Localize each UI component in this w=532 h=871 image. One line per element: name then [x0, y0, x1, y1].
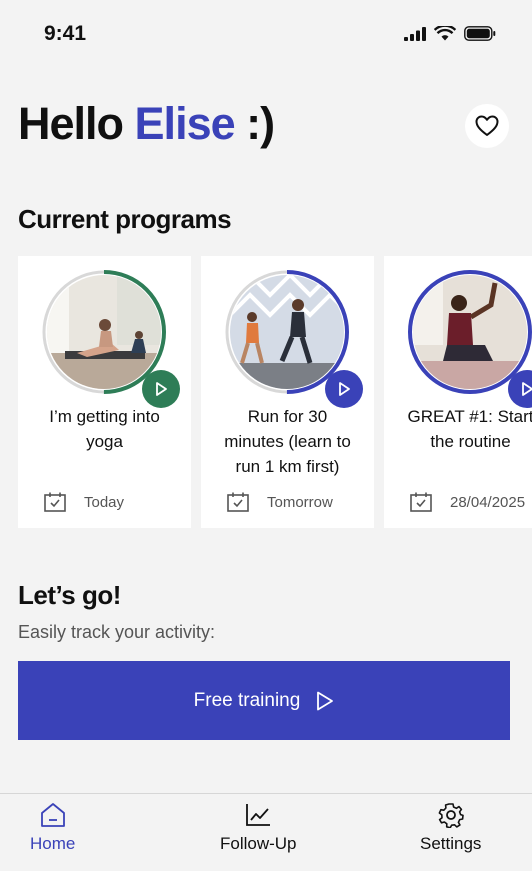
program-date: Tomorrow [227, 492, 333, 512]
favorites-button[interactable] [465, 104, 509, 148]
heart-icon [475, 115, 499, 136]
gear-icon [438, 803, 464, 828]
program-card-great[interactable]: GREAT #1: Start the routine 28/04/2025 [384, 256, 532, 528]
tab-settings[interactable]: Settings [420, 802, 481, 854]
calendar-check-icon [44, 492, 66, 512]
play-button[interactable] [142, 370, 180, 408]
program-card-run[interactable]: Run for 30 minutes (learn to run 1 km fi… [201, 256, 374, 528]
tab-settings-label: Settings [420, 834, 482, 853]
greeting-suffix: :) [246, 98, 275, 149]
status-bar: 9:41 [0, 0, 532, 70]
play-icon [522, 382, 532, 396]
program-title-line: minutes (learn to [224, 432, 351, 451]
play-icon [317, 691, 334, 710]
user-name: Elise [134, 98, 236, 149]
program-title: I’m getting into yoga [18, 404, 191, 454]
program-title: GREAT #1: Start the routine [384, 404, 532, 454]
status-time: 9:41 [44, 22, 87, 45]
program-title: Run for 30 minutes (learn to run 1 km fi… [201, 404, 374, 479]
program-carousel[interactable]: I’m getting into yoga Today Run for 30 m… [18, 256, 532, 528]
chart-line-icon [246, 804, 271, 826]
page-title: Hello Elise :) [18, 98, 275, 150]
play-button[interactable] [508, 370, 532, 408]
program-thumbnail [225, 270, 363, 408]
play-icon [339, 382, 350, 396]
program-date: Today [44, 492, 124, 512]
signal-icon [404, 26, 426, 41]
program-thumbnail [42, 270, 180, 408]
program-date: 28/04/2025 [410, 492, 525, 512]
program-date-label: Today [84, 493, 125, 511]
free-training-label: Free training [193, 689, 301, 711]
home-icon [40, 803, 65, 827]
program-thumbnail [408, 270, 532, 408]
wifi-icon [434, 26, 456, 41]
program-title-line: I’m getting into [49, 407, 160, 426]
program-title-line: the routine [430, 432, 511, 451]
tab-follow-up-label: Follow-Up [220, 834, 297, 853]
current-programs-title: Current programs [18, 204, 232, 234]
tab-home-label: Home [30, 834, 76, 853]
program-date-label: Tomorrow [267, 493, 333, 511]
program-title-line: Run for 30 [247, 407, 328, 426]
program-date-label: 28/04/2025 [450, 493, 526, 511]
activity-title: Let’s go! [18, 580, 121, 610]
tab-bar: Home Follow-Up Settings [0, 793, 532, 871]
battery-icon [464, 26, 496, 41]
status-icons [404, 26, 496, 41]
program-card-yoga[interactable]: I’m getting into yoga Today [18, 256, 191, 528]
program-title-line: GREAT #1: Start [407, 407, 532, 426]
program-title-line: yoga [86, 432, 123, 451]
tab-home[interactable]: Home [30, 802, 75, 854]
free-training-button[interactable]: Free training [18, 661, 510, 740]
tab-follow-up[interactable]: Follow-Up [220, 802, 297, 854]
play-button[interactable] [325, 370, 363, 408]
activity-subtitle: Easily track your activity: [18, 622, 216, 642]
calendar-check-icon [410, 492, 432, 512]
program-title-line: run 1 km first) [235, 457, 340, 476]
play-icon [156, 382, 167, 396]
calendar-check-icon [227, 492, 249, 512]
greeting-prefix: Hello [18, 98, 124, 149]
